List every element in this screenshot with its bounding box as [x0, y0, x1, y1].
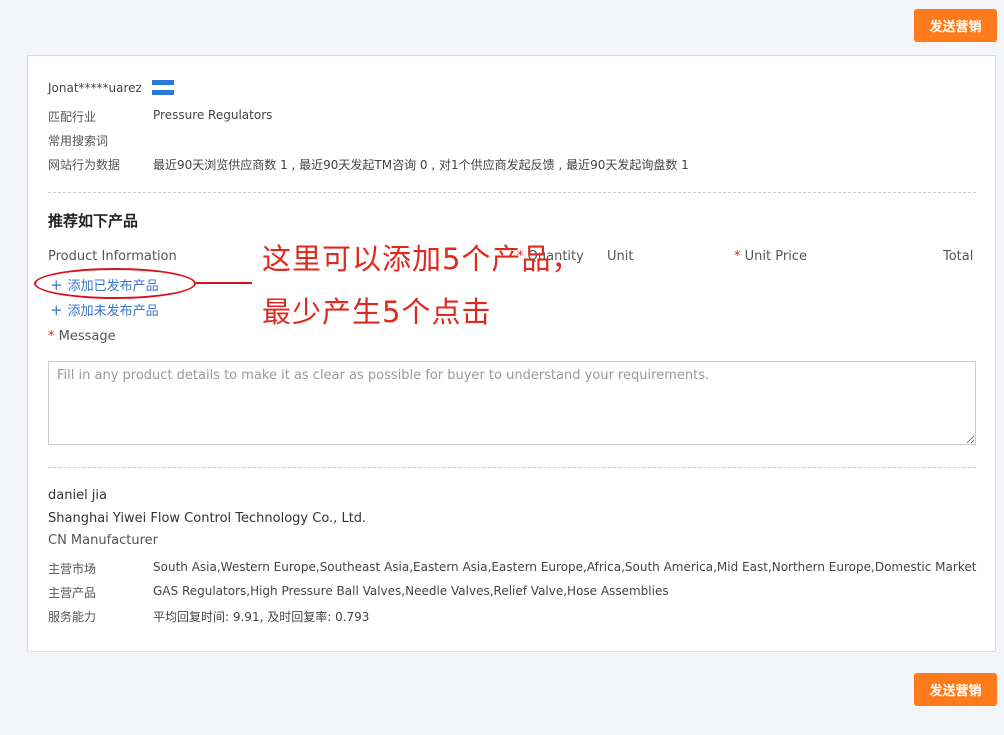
- seller-type: CN Manufacturer: [48, 533, 159, 548]
- plus-icon: +: [50, 300, 63, 319]
- col-product-information: Product Information: [48, 249, 177, 264]
- seller-company-name: Shanghai Yiwei Flow Control Technology C…: [48, 511, 367, 526]
- annotation-pointer-line: [196, 282, 252, 284]
- col-unit-price: * Unit Price: [734, 249, 807, 264]
- honduras-flag-icon: [151, 80, 174, 95]
- behavior-label: 网站行为数据: [48, 158, 121, 172]
- seller-markets-row: 主营市场 South Asia,Western Europe,Southeast…: [48, 560, 976, 577]
- recommend-title: 推荐如下产品: [48, 212, 139, 230]
- annotation-text-line1: 这里可以添加5个产品，: [262, 242, 582, 276]
- seller-service-row: 服务能力 平均回复时间: 9.91, 及时回复率: 0.793: [48, 608, 369, 625]
- buyer-search-terms-row: 常用搜索词: [48, 132, 153, 149]
- service-value: 平均回复时间: 9.91, 及时回复率: 0.793: [153, 610, 370, 624]
- buyer-name-row: Jonat*****uarez: [48, 80, 174, 96]
- col-unit: Unit: [607, 249, 634, 264]
- buyer-name: Jonat*****uarez: [48, 81, 142, 95]
- send-marketing-button-bottom[interactable]: 发送营销: [914, 673, 997, 706]
- products-label: 主营产品: [48, 586, 97, 600]
- message-textarea[interactable]: [48, 361, 976, 445]
- service-label: 服务能力: [48, 610, 97, 624]
- markets-value: South Asia,Western Europe,Southeast Asia…: [153, 560, 977, 574]
- divider: [48, 192, 976, 193]
- divider: [48, 467, 976, 468]
- message-label: * Message: [48, 329, 116, 344]
- search-terms-label: 常用搜索词: [48, 134, 109, 148]
- annotation-text-line2: 最少产生5个点击: [262, 295, 492, 329]
- seller-products-row: 主营产品 GAS Regulators,High Pressure Ball V…: [48, 584, 669, 601]
- products-value: GAS Regulators,High Pressure Ball Valves…: [153, 584, 669, 598]
- add-unpublished-label: 添加未发布产品: [67, 304, 159, 319]
- col-total: Total: [943, 249, 974, 264]
- behavior-value: 最近90天浏览供应商数 1 , 最近90天发起TM咨询 0 , 对1个供应商发起…: [153, 158, 689, 172]
- seller-contact-name: daniel jia: [48, 488, 108, 503]
- buyer-behavior-row: 网站行为数据 最近90天浏览供应商数 1 , 最近90天发起TM咨询 0 , 对…: [48, 156, 689, 173]
- marketing-card: Jonat*****uarez 匹配行业 Pressure Regulators…: [27, 55, 996, 652]
- add-unpublished-product-link[interactable]: + 添加未发布产品: [50, 300, 159, 320]
- industry-value: Pressure Regulators: [153, 108, 273, 122]
- send-marketing-button-top[interactable]: 发送营销: [914, 9, 997, 42]
- buyer-industry-row: 匹配行业 Pressure Regulators: [48, 108, 272, 125]
- annotation-oval: [34, 268, 196, 299]
- industry-label: 匹配行业: [48, 110, 97, 124]
- markets-label: 主营市场: [48, 562, 97, 576]
